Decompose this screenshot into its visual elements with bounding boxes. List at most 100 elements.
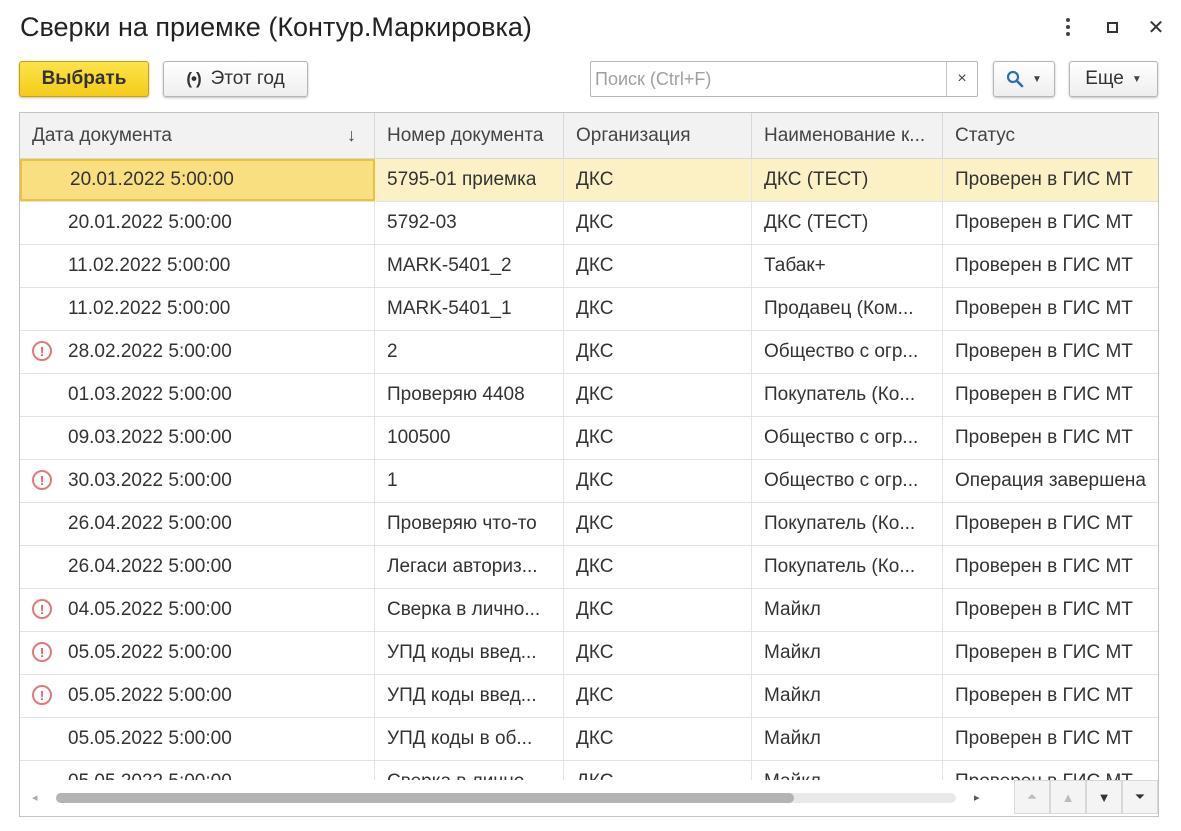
cell-number[interactable]: 5795-01 приемка (375, 159, 564, 201)
column-header-date[interactable]: Дата документа ↓ (20, 113, 375, 158)
cell-number[interactable]: 2 (375, 331, 564, 373)
cell-organization[interactable]: ДКС (564, 374, 752, 416)
cell-date[interactable]: 20.01.2022 5:00:00 (20, 159, 375, 201)
table-row[interactable]: ! 05.05.2022 5:00:00 УПД коды введ... ДКС Ма… (20, 632, 1158, 675)
cell-date[interactable]: 11.02.2022 5:00:00 (20, 245, 375, 287)
cell-date[interactable]: ! 05.05.2022 5:00:00 (20, 675, 375, 717)
more-button[interactable]: Еще ▼ (1069, 61, 1158, 97)
cell-status[interactable]: Проверен в ГИС МТ (943, 202, 1158, 244)
cell-organization[interactable]: ДКС (564, 718, 752, 760)
column-header-status[interactable]: Статус (943, 113, 1158, 158)
cell-organization[interactable]: ДКС (564, 331, 752, 373)
table-row[interactable]: 26.04.2022 5:00:00 Проверяю что-то ДКС Поку… (20, 503, 1158, 546)
cell-status[interactable]: Проверен в ГИС МТ (943, 675, 1158, 717)
prev-page-icon[interactable]: ▲ (1050, 780, 1086, 814)
cell-organization[interactable]: ДКС (564, 632, 752, 674)
cell-date[interactable]: ! 28.02.2022 5:00:00 (20, 331, 375, 373)
cell-organization[interactable]: ДКС (564, 159, 752, 201)
scrollbar-thumb[interactable] (56, 793, 794, 803)
cell-organization[interactable]: ДКС (564, 589, 752, 631)
table-row[interactable]: 05.05.2022 5:00:00 УПД коды в об... ДКС Май… (20, 718, 1158, 761)
cell-date[interactable]: 20.01.2022 5:00:00 (20, 202, 375, 244)
table-row[interactable]: ! 28.02.2022 5:00:00 2 ДКС Общество с огр...… (20, 331, 1158, 374)
cell-status[interactable]: Проверен в ГИС МТ (943, 288, 1158, 330)
table-row[interactable]: ! 05.05.2022 5:00:00 УПД коды введ... ДКС Ма… (20, 675, 1158, 718)
cell-status[interactable]: Проверен в ГИС МТ (943, 589, 1158, 631)
cell-status[interactable]: Проверен в ГИС МТ (943, 245, 1158, 287)
cell-date[interactable]: 26.04.2022 5:00:00 (20, 503, 375, 545)
cell-date[interactable]: 01.03.2022 5:00:00 (20, 374, 375, 416)
cell-name[interactable]: Майкл (752, 718, 943, 760)
table-row[interactable]: 11.02.2022 5:00:00 MARK-5401_2 ДКС Табак+ Пр… (20, 245, 1158, 288)
cell-name[interactable]: Общество с огр... (752, 460, 943, 502)
more-icon[interactable] (1055, 14, 1081, 40)
cell-status[interactable]: Проверен в ГИС МТ (943, 417, 1158, 459)
cell-name[interactable]: Общество с огр... (752, 417, 943, 459)
cell-status[interactable]: Проверен в ГИС МТ (943, 718, 1158, 760)
scroll-right-icon[interactable]: ▸ (974, 791, 980, 804)
cell-name[interactable]: ДКС (ТЕСТ) (752, 202, 943, 244)
table-row[interactable]: 26.04.2022 5:00:00 Легаси авториз... ДКС По… (20, 546, 1158, 589)
cell-status[interactable]: Проверен в ГИС МТ (943, 632, 1158, 674)
first-page-icon[interactable]: ⏶ (1014, 780, 1050, 814)
scroll-left-icon[interactable]: ◂ (32, 791, 38, 804)
select-button[interactable]: Выбрать (19, 61, 149, 97)
cell-name[interactable]: Табак+ (752, 245, 943, 287)
find-button[interactable]: ▼ (993, 61, 1055, 97)
cell-date[interactable]: ! 04.05.2022 5:00:00 (20, 589, 375, 631)
cell-date[interactable]: 26.04.2022 5:00:00 (20, 546, 375, 588)
table-row[interactable]: 20.01.2022 5:00:00 5792-03 ДКС ДКС (ТЕСТ) Пр… (20, 202, 1158, 245)
cell-organization[interactable]: ДКС (564, 460, 752, 502)
column-header-organization[interactable]: Организация (564, 113, 752, 158)
last-page-icon[interactable]: ⏷ (1122, 780, 1158, 814)
cell-number[interactable]: 1 (375, 460, 564, 502)
column-header-name[interactable]: Наименование к... (752, 113, 943, 158)
table-row[interactable]: ! 30.03.2022 5:00:00 1 ДКС Общество с огр...… (20, 460, 1158, 503)
close-icon[interactable]: ✕ (1143, 14, 1169, 40)
cell-organization[interactable]: ДКС (564, 202, 752, 244)
cell-number[interactable]: УПД коды введ... (375, 675, 564, 717)
cell-name[interactable]: Продавец (Ком... (752, 288, 943, 330)
cell-organization[interactable]: ДКС (564, 288, 752, 330)
cell-date[interactable]: 09.03.2022 5:00:00 (20, 417, 375, 459)
cell-number[interactable]: MARK-5401_1 (375, 288, 564, 330)
cell-date[interactable]: 11.02.2022 5:00:00 (20, 288, 375, 330)
maximize-icon[interactable] (1099, 14, 1125, 40)
cell-number[interactable]: Проверяю 4408 (375, 374, 564, 416)
cell-name[interactable]: Покупатель (Ко... (752, 546, 943, 588)
cell-name[interactable]: Покупатель (Ко... (752, 374, 943, 416)
cell-name[interactable]: Майкл (752, 632, 943, 674)
scrollbar-track[interactable] (56, 793, 956, 803)
cell-status[interactable]: Проверен в ГИС МТ (943, 331, 1158, 373)
table-row[interactable]: 20.01.2022 5:00:00 5795-01 приемка ДКС ДКС … (20, 159, 1158, 202)
period-button[interactable]: (•) Этот год (163, 61, 308, 97)
next-page-icon[interactable]: ▼ (1086, 780, 1122, 814)
cell-number[interactable]: 5792-03 (375, 202, 564, 244)
cell-status[interactable]: Операция завершена (943, 460, 1158, 502)
table-row[interactable]: 11.02.2022 5:00:00 MARK-5401_1 ДКС Продавец… (20, 288, 1158, 331)
cell-number[interactable]: УПД коды в об... (375, 718, 564, 760)
cell-status[interactable]: Проверен в ГИС МТ (943, 503, 1158, 545)
cell-number[interactable]: УПД коды введ... (375, 632, 564, 674)
table-row[interactable]: 09.03.2022 5:00:00 100500 ДКС Общество с ог… (20, 417, 1158, 460)
cell-organization[interactable]: ДКС (564, 546, 752, 588)
cell-name[interactable]: ДКС (ТЕСТ) (752, 159, 943, 201)
search-input[interactable] (591, 63, 946, 95)
column-header-number[interactable]: Номер документа (375, 113, 564, 158)
cell-status[interactable]: Проверен в ГИС МТ (943, 546, 1158, 588)
cell-number[interactable]: 100500 (375, 417, 564, 459)
horizontal-scrollbar[interactable]: ◂ ▸ ⏶ ▲ ▼ ⏷ (20, 780, 1158, 816)
cell-name[interactable]: Майкл (752, 675, 943, 717)
cell-date[interactable]: ! 05.05.2022 5:00:00 (20, 632, 375, 674)
cell-number[interactable]: Легаси авториз... (375, 546, 564, 588)
cell-date[interactable]: 05.05.2022 5:00:00 (20, 718, 375, 760)
cell-name[interactable]: Майкл (752, 589, 943, 631)
cell-organization[interactable]: ДКС (564, 245, 752, 287)
cell-name[interactable]: Покупатель (Ко... (752, 503, 943, 545)
cell-organization[interactable]: ДКС (564, 675, 752, 717)
table-row[interactable]: ! 04.05.2022 5:00:00 Сверка в лично... ДКС М… (20, 589, 1158, 632)
cell-organization[interactable]: ДКС (564, 417, 752, 459)
cell-organization[interactable]: ДКС (564, 503, 752, 545)
cell-date[interactable]: ! 30.03.2022 5:00:00 (20, 460, 375, 502)
cell-number[interactable]: MARK-5401_2 (375, 245, 564, 287)
